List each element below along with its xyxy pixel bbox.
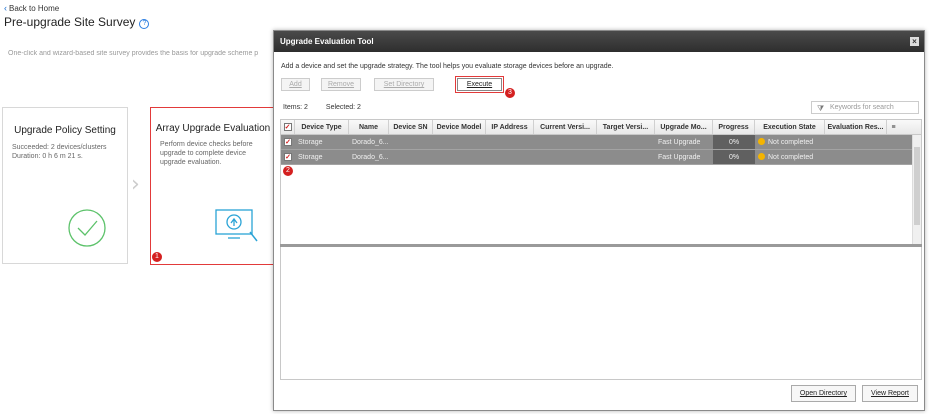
close-icon[interactable]: × [910, 37, 919, 46]
items-count: Items: 2 [283, 104, 308, 111]
cell-sn [389, 135, 433, 149]
array-upgrade-card[interactable]: Array Upgrade Evaluation Perform device … [150, 107, 276, 265]
execute-highlight: Execute [455, 76, 504, 93]
upgrade-policy-card[interactable]: Upgrade Policy Setting Succeeded: 2 devi… [2, 107, 128, 264]
cell-ip [486, 135, 534, 149]
cell-progress: 0% [713, 150, 755, 164]
page-description: One-click and wizard-based site survey p… [8, 50, 259, 57]
device-table: ✓ Device Type Name Device SN Device Mode… [280, 119, 922, 246]
column-header[interactable]: Device SN [389, 120, 433, 134]
cell-execution-state: Not completed [755, 135, 825, 149]
cell-ip [486, 150, 534, 164]
dialog-title-bar[interactable]: Upgrade Evaluation Tool × [274, 31, 924, 52]
filter-icon: ⧩ [817, 104, 825, 113]
row-checkbox[interactable]: ✓ [281, 135, 295, 149]
items-summary: Items: 2 Selected: 2 [283, 104, 379, 111]
dialog-title: Upgrade Evaluation Tool [280, 37, 374, 46]
cell-model [433, 135, 486, 149]
details-pane [280, 247, 922, 380]
state-text: Not completed [768, 154, 814, 161]
cell-progress: 0% [713, 135, 755, 149]
page-title-text: Pre-upgrade Site Survey [4, 15, 136, 29]
column-header[interactable]: Execution State [755, 120, 825, 134]
scroll-thumb[interactable] [914, 147, 920, 225]
column-menu-icon[interactable]: ≡ [887, 120, 900, 134]
warning-icon [758, 138, 765, 145]
state-text: Not completed [768, 139, 814, 146]
back-to-home-link[interactable]: ‹ Back to Home [4, 3, 59, 13]
monitor-search-icon [215, 209, 258, 242]
step-badge: 3 [505, 88, 515, 98]
cell-upgrade-mode: Fast Upgrade [658, 154, 701, 161]
cell-model [433, 150, 486, 164]
card-duration: Duration: 0 h 6 m 21 s. [12, 153, 83, 160]
dialog-description: Add a device and set the upgrade strateg… [281, 63, 614, 70]
card-desc: Perform device checks before upgrade to … [160, 141, 253, 166]
vertical-scrollbar[interactable] [912, 135, 921, 245]
help-icon[interactable]: ? [139, 19, 150, 29]
cell-upgrade-mode: Fast Upgrade [658, 139, 701, 146]
cell-name: Dorado_6... [352, 154, 389, 161]
card-title: Upgrade Policy Setting [14, 125, 116, 136]
column-header[interactable]: Progress [713, 120, 755, 134]
add-button[interactable]: Add [281, 78, 310, 91]
chevron-right-icon: › [131, 172, 140, 197]
column-header[interactable]: Target Versi... [597, 120, 655, 134]
table-row[interactable]: ✓ Storage Dorado_6... Fast Upgrade 0% No… [281, 150, 921, 165]
table-header: ✓ Device Type Name Device SN Device Mode… [281, 120, 921, 135]
execute-button[interactable]: Execute [457, 78, 502, 91]
search-placeholder: Keywords for search [830, 104, 894, 111]
card-title: Array Upgrade Evaluation [155, 123, 271, 134]
card-status: Succeeded: 2 devices/clusters [12, 144, 107, 151]
page-title: Pre-upgrade Site Survey? [4, 15, 150, 29]
selected-count: Selected: 2 [325, 104, 361, 111]
cell-execution-state: Not completed [755, 150, 825, 164]
cell-sn [389, 150, 433, 164]
cell-target-version [597, 135, 655, 149]
cell-current-version [534, 135, 597, 149]
cell-evaluation-result [825, 135, 887, 149]
cell-evaluation-result [825, 150, 887, 164]
open-directory-button[interactable]: Open Directory [790, 385, 856, 402]
warning-icon [758, 153, 765, 160]
cell-name: Dorado_6... [352, 139, 389, 146]
cell-device-type: Storage [298, 139, 323, 146]
step-badge: 1 [152, 252, 162, 262]
table-row[interactable]: ✓ Storage Dorado_6... Fast Upgrade 0% No… [281, 135, 921, 150]
column-header[interactable]: Current Versi... [534, 120, 597, 134]
column-header[interactable]: IP Address [486, 120, 534, 134]
set-directory-button[interactable]: Set Directory [374, 78, 434, 91]
chevron-left-icon: ‹ [4, 3, 7, 13]
select-all-checkbox[interactable]: ✓ [281, 120, 295, 134]
remove-button[interactable]: Remove [321, 78, 361, 91]
search-input[interactable]: ⧩ Keywords for search [811, 101, 919, 114]
column-header[interactable]: Upgrade Mo... [655, 120, 713, 134]
column-header[interactable]: Device Model [433, 120, 486, 134]
upgrade-evaluation-dialog: Upgrade Evaluation Tool × Add a device a… [273, 30, 925, 411]
row-checkbox[interactable]: ✓ [281, 150, 295, 164]
check-circle-icon [68, 209, 106, 247]
back-label: Back to Home [9, 4, 60, 13]
cell-device-type: Storage [298, 154, 323, 161]
column-header[interactable]: Evaluation Res... [825, 120, 887, 134]
column-header[interactable]: Name [349, 120, 389, 134]
dialog-footer: Open Directory View Report [785, 385, 918, 402]
step-badge: 2 [283, 166, 293, 176]
cell-target-version [597, 150, 655, 164]
view-report-button[interactable]: View Report [861, 385, 918, 402]
cell-current-version [534, 150, 597, 164]
column-header[interactable]: Device Type [295, 120, 349, 134]
